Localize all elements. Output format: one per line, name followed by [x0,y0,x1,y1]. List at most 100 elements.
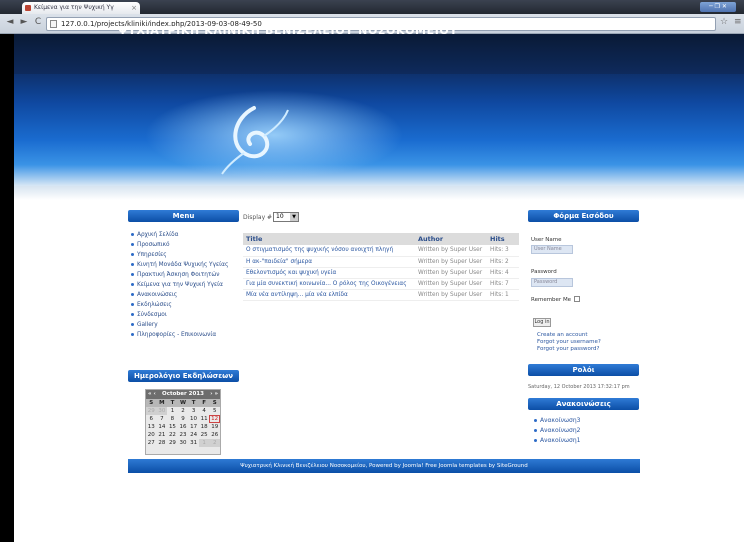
reload-icon[interactable]: C [32,17,44,27]
calendar-month: October 2013 [162,391,204,397]
calendar-day[interactable]: 6 [146,415,157,423]
menu-icon[interactable]: ≡ [734,17,742,27]
clock-title: Ρολόι [528,364,639,376]
article-title-link[interactable]: Εθελοντισμός και ψυχική υγεία [243,267,415,279]
menu-item-home[interactable]: Αρχική Σελίδα [130,230,240,240]
calendar-day[interactable]: 18 [199,423,210,431]
announcement-item[interactable]: Ανακοίνωση1 [533,436,633,446]
calendar-day[interactable]: 21 [157,431,168,439]
calendar-day[interactable]: 29 [146,407,157,415]
calendar-day[interactable]: 23 [178,431,189,439]
username-field[interactable]: User Name [531,245,573,254]
calendar-week: 20 21 22 23 24 25 26 [146,431,220,439]
browser-titlebar: Κείμενα για την Ψυχική Υγ × ─ ❐ ✕ [0,0,744,14]
calendar-day[interactable]: 13 [146,423,157,431]
table-header-row: Title Author Hits [243,233,519,245]
calendar-day[interactable]: 8 [167,415,178,423]
weekday: F [198,399,210,407]
table-row: Μία νέα αντίληψη... μία νέα ελπίδα Writt… [243,289,519,301]
calendar-prev-button[interactable]: « ‹ [148,390,156,399]
site-footer: Ψυχιατρική Κλινική Βενιζέλειου Νοσοκομεί… [128,459,640,473]
calendar-day[interactable]: 10 [188,415,199,423]
column-hits[interactable]: Hits [487,233,519,245]
menu-item-services[interactable]: Υπηρεσίες [130,250,240,260]
article-title-link[interactable]: Μία νέα αντίληψη... μία νέα ελπίδα [243,289,415,301]
calendar-day[interactable]: 27 [146,439,157,447]
table-row: Εθελοντισμός και ψυχική υγεία Written by… [243,267,519,279]
article-title-link[interactable]: Ο στιγματισμός της ψυχικής νόσου ανοιχτή… [243,245,415,257]
column-author[interactable]: Author [415,233,487,245]
remember-checkbox[interactable] [574,296,580,302]
articles-table: Title Author Hits Ο στιγματισμός της ψυχ… [243,233,519,301]
calendar-day[interactable]: 3 [188,407,199,415]
article-title-link[interactable]: Η ακ-"παιδεία" σήμερα [243,256,415,268]
calendar-day[interactable]: 22 [167,431,178,439]
calendar-day[interactable]: 30 [156,407,168,415]
calendar-day[interactable]: 26 [209,431,220,439]
calendar-day[interactable]: 28 [157,439,168,447]
calendar-day[interactable]: 5 [209,407,220,415]
article-hits: Hits: 1 [487,289,519,301]
display-count-value: 10 [276,213,284,220]
browser-tab[interactable]: Κείμενα για την Ψυχική Υγ × [22,2,140,14]
menu-item-mobile-unit[interactable]: Κινητή Μονάδα Ψυχικής Υγείας [130,260,240,270]
calendar-week: 29 30 1 2 3 4 5 [146,407,220,415]
calendar-day[interactable]: 17 [188,423,199,431]
calendar-day[interactable]: 30 [178,439,189,447]
article-title-link[interactable]: Για μία συνεκτική κοινωνία... Ο ρόλος τη… [243,278,415,290]
calendar-day[interactable]: 1 [198,439,210,447]
menu-item-links[interactable]: Σύνδεσμοι [130,310,240,320]
forward-icon[interactable]: ► [18,17,30,27]
article-author: Written by Super User [415,289,487,301]
site-header-banner [14,34,744,186]
left-black-border [0,34,14,542]
weekday: S [146,399,157,407]
display-count-select[interactable]: 10 ▼ [273,212,299,222]
article-hits: Hits: 4 [487,267,519,279]
calendar-day[interactable]: 16 [178,423,189,431]
announcement-item[interactable]: Ανακοίνωση3 [533,416,633,426]
calendar-day[interactable]: 29 [167,439,178,447]
calendar-day[interactable]: 25 [199,431,210,439]
calendar-day[interactable]: 7 [157,415,168,423]
forgot-password-link[interactable]: Forgot your password? [537,346,599,352]
calendar-day[interactable]: 14 [157,423,168,431]
menu-item-internship[interactable]: Πρακτική Άσκηση Φοιτητών [130,270,240,280]
calendar-weekdays: S M T W T F S [146,399,221,407]
login-button[interactable]: Log in [533,318,551,327]
menu-item-staff[interactable]: Προσωπικό [130,240,240,250]
forgot-username-link[interactable]: Forgot your username? [537,339,601,345]
window-controls[interactable]: ─ ❐ ✕ [700,2,736,12]
menu-item-gallery[interactable]: Gallery [130,320,240,330]
create-account-link[interactable]: Create an account [537,332,588,338]
calendar-day[interactable]: 2 [178,407,189,415]
calendar-day[interactable]: 20 [146,431,157,439]
menu-item-contact[interactable]: Πληροφορίες - Επικοινωνία [130,330,240,340]
column-title[interactable]: Title [243,233,415,245]
back-icon[interactable]: ◄ [4,17,16,27]
menu-item-texts[interactable]: Κείμενα για την Ψυχική Υγεία [130,280,240,290]
announcement-item[interactable]: Ανακοίνωση2 [533,426,633,436]
tab-close-icon[interactable]: × [131,2,137,14]
calendar-day[interactable]: 4 [199,407,210,415]
calendar-day[interactable]: 24 [188,431,199,439]
article-author: Written by Super User [415,278,487,290]
calendar-day[interactable]: 9 [178,415,189,423]
calendar-day[interactable]: 19 [209,423,220,431]
bookmark-star-icon[interactable]: ☆ [720,17,728,27]
calendar-next-button[interactable]: › » [210,390,218,399]
password-field[interactable]: Password [531,278,573,287]
calendar-day[interactable]: 15 [167,423,178,431]
password-label: Password [531,269,557,275]
calendar-day[interactable]: 2 [209,439,221,447]
menu-item-announcements[interactable]: Ανακοινώσεις [130,290,240,300]
calendar-day-today[interactable]: 12 [209,415,220,423]
menu-item-events[interactable]: Εκδηλώσεις [130,300,240,310]
calendar-day[interactable]: 1 [167,407,178,415]
calendar-header: « ‹ October 2013 › » [146,390,220,399]
calendar-week: 27 28 29 30 31 1 2 [146,439,221,447]
chevron-down-icon: ▼ [290,213,298,221]
calendar-day[interactable]: 31 [188,439,199,447]
calendar-day[interactable]: 11 [199,415,210,423]
article-author: Written by Super User [415,245,487,257]
